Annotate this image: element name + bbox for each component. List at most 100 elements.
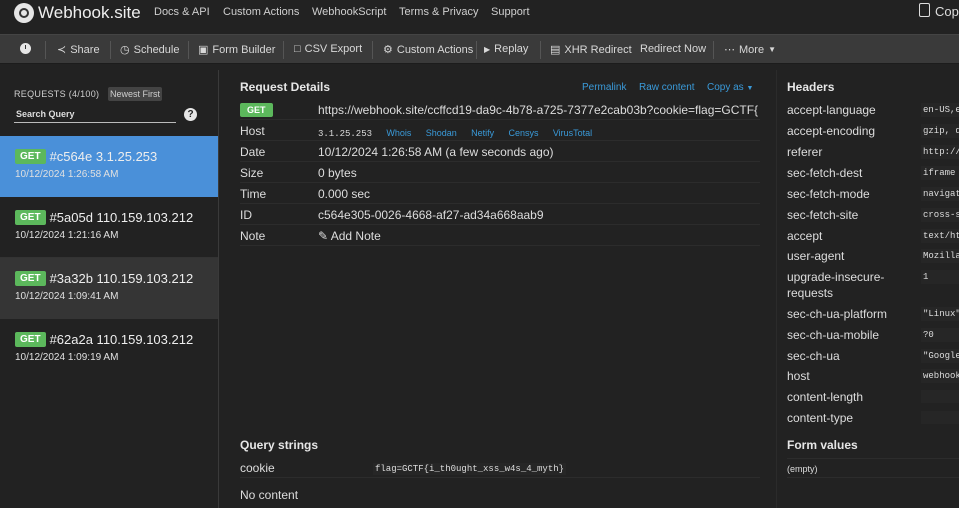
copy-as-label: Copy as xyxy=(707,82,744,93)
request-list-item[interactable]: GET #62a2a 110.159.103.212 10/12/2024 1:… xyxy=(0,319,218,380)
xhr-redirect-button[interactable]: ▤ XHR Redirect xyxy=(550,43,632,57)
header-value xyxy=(921,411,959,424)
header-key: referer xyxy=(787,145,823,159)
search-query-input[interactable] xyxy=(14,106,176,123)
replay-button[interactable]: ▶ Replay xyxy=(484,43,528,55)
size-value: 0 bytes xyxy=(318,166,357,180)
help-icon[interactable]: ? xyxy=(184,108,197,121)
copy-as-dropdown[interactable]: Copy as ▼ xyxy=(707,82,753,93)
custom-actions-button[interactable]: ⚙ Custom Actions xyxy=(383,43,473,57)
whois-link[interactable]: Whois xyxy=(386,128,411,138)
host-row: Host 3.1.25.253 Whois Shodan Netify Cens… xyxy=(240,121,760,141)
toolbar: ≺ Share ◷ Schedule ▣ Form Builder □ CSV … xyxy=(0,34,959,64)
header-key: sec-fetch-dest xyxy=(787,166,863,180)
toolbar-divider xyxy=(476,41,477,59)
header-key: accept-encoding xyxy=(787,124,876,138)
form-values-title: Form values xyxy=(787,438,858,452)
share-button[interactable]: ≺ Share xyxy=(57,43,100,57)
add-note-button[interactable]: ✎ Add Note xyxy=(318,229,381,243)
form-builder-label: Form Builder xyxy=(212,43,276,56)
request-list-item[interactable]: GET #c564e 3.1.25.253 10/12/2024 1:26:58… xyxy=(0,136,218,197)
headers-panel: Headers accept-language en-US,en accept-… xyxy=(776,70,959,508)
method-badge: GET xyxy=(240,103,273,117)
redirect-now-button[interactable]: Redirect Now xyxy=(640,43,706,55)
header-key: content-length xyxy=(787,390,864,404)
request-title: #c564e 3.1.25.253 xyxy=(49,149,158,164)
note-row: Note ✎ Add Note xyxy=(240,226,760,246)
nav-docs-api[interactable]: Docs & API xyxy=(154,6,210,18)
shodan-link[interactable]: Shodan xyxy=(426,128,457,138)
request-time: 10/12/2024 1:09:19 AM xyxy=(15,352,119,363)
date-label: Date xyxy=(240,145,266,159)
pencil-icon: ✎ xyxy=(318,229,329,243)
request-url-link[interactable]: https://webhook.site/ccffcd19-da9c-4b78-… xyxy=(318,103,758,117)
request-title: #5a05d 110.159.103.212 xyxy=(49,210,194,225)
top-navbar: Webhook.site Docs & API Custom Actions W… xyxy=(0,0,959,33)
more-menu-button[interactable]: ⋯ More ▼ xyxy=(724,43,776,57)
headers-title: Headers xyxy=(787,80,835,94)
time-value: 0.000 sec xyxy=(318,187,371,201)
header-value: en-US,en xyxy=(921,103,959,117)
brand-logo[interactable]: Webhook.site xyxy=(14,3,141,23)
netify-link[interactable]: Netify xyxy=(471,128,494,138)
virustotal-link[interactable]: VirusTotal xyxy=(553,128,592,138)
date-row: Date 10/12/2024 1:26:58 AM (a few second… xyxy=(240,142,760,162)
method-badge: GET xyxy=(15,149,46,164)
xhr-redirect-label: XHR Redirect xyxy=(564,43,632,56)
request-time: 10/12/2024 1:21:16 AM xyxy=(15,230,119,241)
time-row: Time 0.000 sec xyxy=(240,184,760,204)
query-key: cookie xyxy=(240,461,275,475)
toolbar-divider xyxy=(372,41,373,59)
header-value: 1 xyxy=(921,270,959,284)
toolbar-divider xyxy=(283,41,284,59)
header-value: "Linux" xyxy=(921,307,959,321)
play-icon: ▶ xyxy=(484,44,491,54)
gear-icon: ⚙ xyxy=(383,44,393,56)
share-label: Share xyxy=(70,43,100,56)
copy-icon[interactable] xyxy=(919,3,930,17)
censys-link[interactable]: Censys xyxy=(508,128,538,138)
clock-button[interactable] xyxy=(20,43,31,54)
method-badge: GET xyxy=(15,271,46,286)
time-label: Time xyxy=(240,187,267,201)
nav-webhookscript[interactable]: WebhookScript xyxy=(312,6,386,18)
header-value: cross-si xyxy=(921,208,959,222)
file-icon: □ xyxy=(294,43,301,55)
header-value: Mozilla/ xyxy=(921,249,959,263)
chevron-down-icon: ▼ xyxy=(768,45,776,54)
nav-support[interactable]: Support xyxy=(491,6,530,18)
request-list-item[interactable]: GET #5a05d 110.159.103.212 10/12/2024 1:… xyxy=(0,197,218,258)
raw-content-link[interactable]: Raw content xyxy=(639,82,695,93)
request-title: #62a2a 110.159.103.212 xyxy=(49,332,194,347)
form-values-row: (empty) xyxy=(787,458,959,478)
header-key: host xyxy=(787,369,810,383)
header-key: sec-fetch-site xyxy=(787,208,859,222)
sort-newest-first-button[interactable]: Newest First xyxy=(108,87,163,101)
query-strings-title: Query strings xyxy=(240,438,319,452)
schedule-button[interactable]: ◷ Schedule xyxy=(120,43,179,57)
header-key: sec-fetch-mode xyxy=(787,187,870,201)
copy-button[interactable]: Copy xyxy=(935,4,959,19)
note-label: Note xyxy=(240,229,266,243)
nav-custom-actions[interactable]: Custom Actions xyxy=(223,6,299,18)
share-icon: ≺ xyxy=(57,44,67,56)
no-content-text: No content xyxy=(240,488,299,502)
webhook-logo-icon xyxy=(14,3,34,23)
toolbar-divider xyxy=(45,41,46,59)
replay-label: Replay xyxy=(494,43,529,55)
id-label: ID xyxy=(240,208,252,222)
id-value: c564e305-0026-4668-af27-ad34a668aab9 xyxy=(318,208,544,222)
csv-export-button[interactable]: □ CSV Export xyxy=(294,43,362,55)
header-key: sec-ch-ua-platform xyxy=(787,307,888,321)
toolbar-divider xyxy=(713,41,714,59)
external-link-icon: ▤ xyxy=(550,44,561,56)
header-key: accept-language xyxy=(787,103,876,117)
form-builder-button[interactable]: ▣ Form Builder xyxy=(198,43,276,57)
request-list-item[interactable]: GET #3a32b 110.159.103.212 10/12/2024 1:… xyxy=(0,258,218,319)
permalink-link[interactable]: Permalink xyxy=(582,82,626,93)
size-row: Size 0 bytes xyxy=(240,163,760,183)
nav-terms-privacy[interactable]: Terms & Privacy xyxy=(399,6,478,18)
method-badge: GET xyxy=(15,332,46,347)
request-time: 10/12/2024 1:26:58 AM xyxy=(15,169,119,180)
header-key: user-agent xyxy=(787,249,845,263)
